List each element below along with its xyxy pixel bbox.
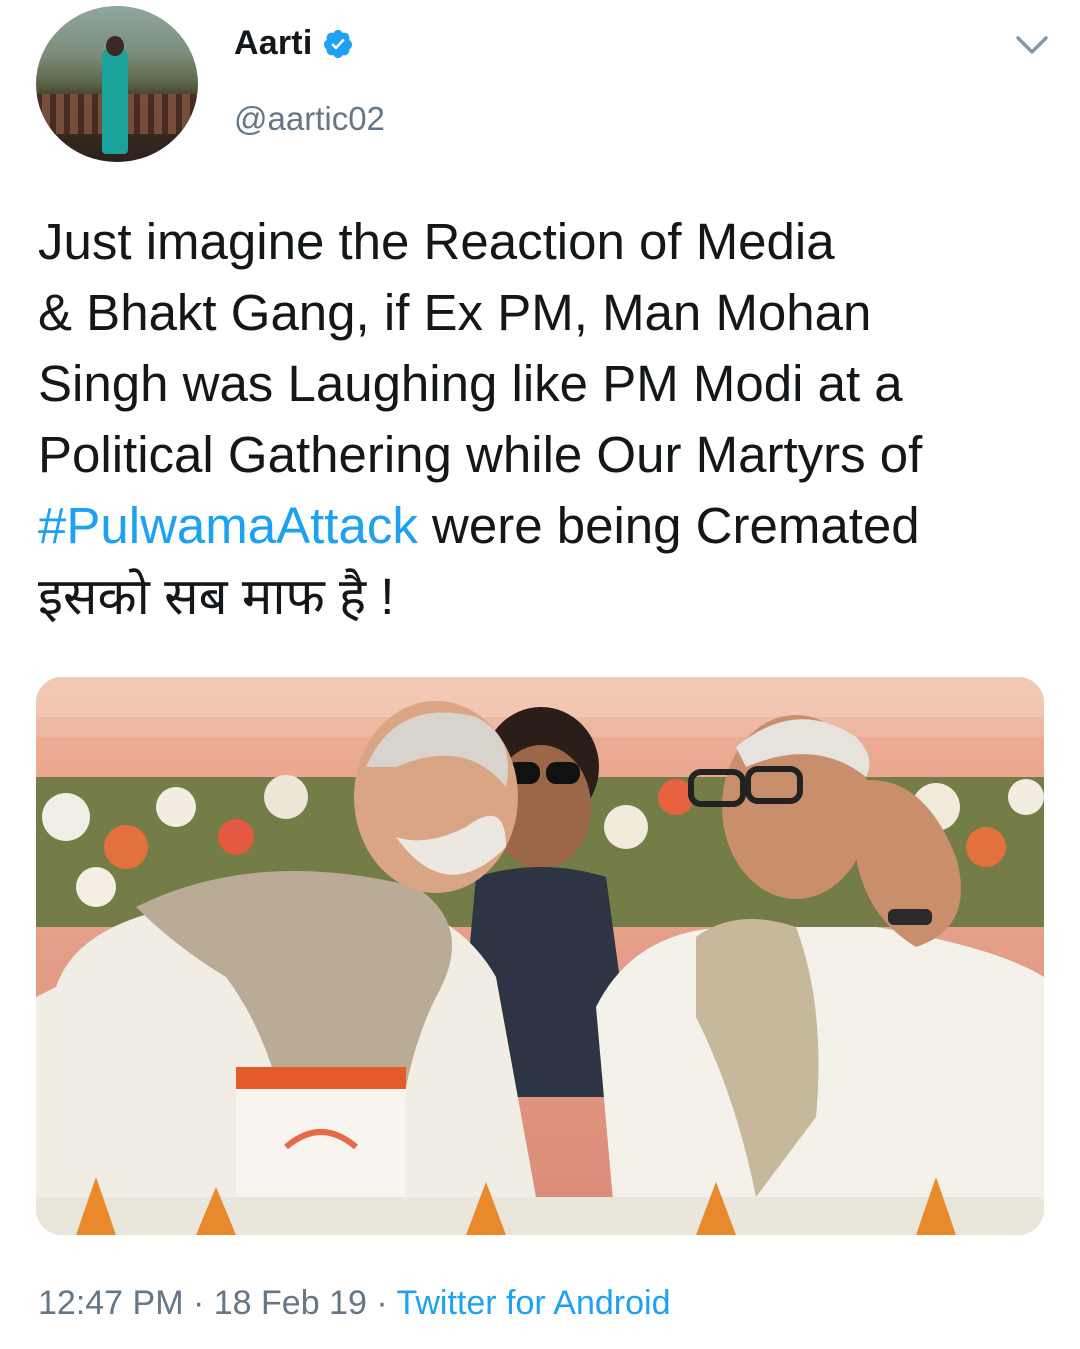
author-handle[interactable]: @aartic02 (234, 100, 385, 138)
photo-illustration (36, 677, 1044, 1235)
tweet-text-fragment: were being Cremated (417, 497, 920, 554)
tweet-text-line: Political Gathering while Our Martyrs of (38, 426, 923, 483)
avatar-person (102, 46, 128, 154)
tweet-date[interactable]: 18 Feb 19 (214, 1284, 367, 1322)
tweet-meta: 12:47 PM · 18 Feb 19 · Twitter for Andro… (38, 1284, 671, 1323)
author-row: Aarti (234, 24, 354, 63)
meta-separator: · (366, 1284, 397, 1322)
chevron-down-icon[interactable] (1010, 30, 1054, 60)
tweet-text-line: Just imagine the Reaction of Media (38, 213, 835, 270)
author-display-name[interactable]: Aarti (234, 24, 312, 63)
verified-badge-icon (324, 29, 353, 58)
tweet-text-line-hashtag: #PulwamaAttack were being Cremated (38, 490, 1058, 561)
meta-separator: · (183, 1284, 214, 1322)
tweet-text-line: & Bhakt Gang, if Ex PM, Man Mohan (38, 284, 872, 341)
tweet-source-link[interactable]: Twitter for Android (396, 1284, 670, 1322)
tweet-media-photo[interactable] (36, 677, 1044, 1235)
avatar[interactable] (36, 6, 198, 162)
tweet-text-hindi: इसको सब माफ है ! (38, 568, 395, 625)
tweet-text-line: Singh was Laughing like PM Modi at a (38, 355, 903, 412)
tweet-card: Aarti @aartic02 Just imagine the Reactio… (0, 0, 1080, 1349)
hashtag-link[interactable]: #PulwamaAttack (38, 497, 418, 554)
tweet-time[interactable]: 12:47 PM (38, 1284, 184, 1322)
tweet-text: Just imagine the Reaction of Media & Bha… (38, 206, 1058, 632)
avatar-head (106, 36, 124, 56)
